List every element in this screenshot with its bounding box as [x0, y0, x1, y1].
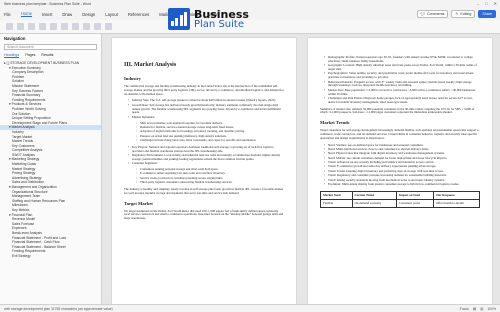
- document-page-left: III. Market Analysis Industry The commer…: [112, 38, 296, 304]
- italic-icon[interactable]: [50, 23, 57, 30]
- menu-layout[interactable]: Layout: [105, 12, 118, 17]
- navigation-pane: Navigation Search document Headings Page…: [0, 34, 102, 304]
- maximize-button[interactable]: □: [485, 1, 487, 6]
- segments-list: Consumers seeking personal storage and s…: [136, 167, 284, 185]
- editing-button[interactable]: ✎ Editing: [451, 10, 476, 18]
- window-controls: – □ ✕: [477, 1, 497, 6]
- format-painter-icon[interactable]: [28, 23, 35, 30]
- menu-home[interactable]: Home: [20, 11, 32, 17]
- table-row: Flexible On-demand economy Customers pre…: [320, 198, 480, 208]
- market-trends-intro: Target customers for self-storage develo…: [320, 128, 480, 140]
- status-right-controls: Focus ▤ ▥ 100%: [460, 307, 496, 311]
- bar-chart-icon: [168, 8, 190, 30]
- pencil-icon: ✎: [455, 12, 459, 16]
- market-trends-list: Need: Vanities: use on-demand space for …: [324, 143, 480, 187]
- header-actions: 💬 Comments ✎ Editing Share: [416, 10, 496, 18]
- industry-bullets: Industry Size: The U.S. self-storage mar…: [128, 99, 284, 185]
- list-item-label: Market Dynamics:: [132, 114, 156, 119]
- bullets-icon[interactable]: [72, 23, 79, 30]
- share-button[interactable]: Share: [478, 10, 496, 18]
- numbering-icon[interactable]: [83, 23, 90, 30]
- target-market-heading: Target Market: [124, 200, 153, 206]
- document-area[interactable]: III. Market Analysis Industry The commer…: [102, 34, 500, 304]
- brand-logo: Business Plan Suite: [168, 6, 276, 32]
- comment-icon: 💬: [420, 12, 426, 16]
- minimize-button[interactable]: –: [477, 1, 479, 6]
- list-item: Evolution: Multi-tenant sharing from pas…: [324, 182, 480, 187]
- industry-intro: The commercial storage and flexible ware…: [124, 84, 284, 96]
- navigation-tabs: Headings Pages Results: [0, 51, 101, 60]
- table-header-cell: Our Response: [433, 190, 480, 200]
- print-layout-icon[interactable]: ▥: [480, 307, 483, 311]
- list-item: Third-party logistics customers outsourc…: [136, 180, 284, 185]
- align-icon[interactable]: [94, 23, 101, 30]
- styles-icon[interactable]: [105, 23, 112, 30]
- dynamics-list: Shift toward smaller, tech-enabled footp…: [136, 121, 284, 143]
- menu-insert[interactable]: Insert: [42, 12, 52, 17]
- zoom-level[interactable]: 100%: [487, 307, 496, 311]
- table-header-cell: Impact on Need: [396, 190, 435, 200]
- list-item-label: Customer Segments:: [132, 161, 158, 166]
- list-item: Growth Rate: Self storage has delivered …: [128, 103, 284, 115]
- share-label: Share: [482, 12, 492, 16]
- list-item: Challenges include rising land costs, la…: [136, 138, 284, 143]
- industry-closing: The industry is healthy and adapting: st…: [124, 187, 284, 195]
- list-item: Customer Segments: Consumers seeking per…: [128, 161, 284, 185]
- close-button[interactable]: ✕: [494, 1, 497, 6]
- table-cell: Flexible: [320, 198, 353, 208]
- table-header-cell: Market Need: [320, 190, 353, 200]
- menu-references[interactable]: References: [128, 12, 149, 17]
- tab-results[interactable]: Results: [41, 53, 53, 58]
- brand-line2: Plan Suite: [194, 18, 244, 30]
- menu-draw[interactable]: Draw: [62, 12, 72, 17]
- menu-design[interactable]: Design: [82, 12, 95, 17]
- section-heading: III. Market Analysis: [124, 62, 177, 68]
- status-word-count: web storage development plan 11765 chara…: [4, 306, 113, 311]
- list-item: Market Dynamics: Shift toward smaller, t…: [128, 114, 284, 143]
- tab-headings[interactable]: Headings: [4, 53, 20, 58]
- navigation-title: Navigation: [4, 36, 26, 41]
- comments-label: Comments: [427, 12, 445, 16]
- market-trends-heading: Market Trends: [320, 120, 350, 126]
- menu-file[interactable]: File: [4, 12, 11, 17]
- market-needs-table: Market Need Current Trend Impact on Need…: [320, 190, 480, 208]
- table-cell: Offer month-to-month: [433, 198, 480, 208]
- tab-pages[interactable]: Pages: [25, 53, 35, 58]
- editing-label: Editing: [460, 12, 472, 16]
- brand-line1: Business: [194, 7, 249, 21]
- comments-button[interactable]: 💬 Comments: [416, 10, 449, 18]
- target-market-text: We target businesses in the Dallas–Fort …: [124, 208, 284, 221]
- window-title: Web business plan template - Business Pl…: [4, 2, 91, 6]
- list-item: Psychographics: Value uptime, security, …: [324, 72, 480, 80]
- table-cell: On-demand economy: [351, 198, 398, 208]
- industry-heading: Industry: [124, 76, 142, 81]
- market-size-summary: Summary of market size: estimate 50,000 …: [320, 106, 475, 115]
- target-profile-bullets: Demographic Profile: Owners/operators ag…: [324, 55, 480, 105]
- underline-icon[interactable]: [61, 23, 68, 30]
- bold-icon[interactable]: [39, 23, 46, 30]
- nav-heading-item[interactable]: Exit Strategy: [0, 254, 101, 259]
- table-cell: Customers prefer: [396, 198, 435, 208]
- status-bar: web storage development plan 11765 chara…: [0, 304, 500, 312]
- navigation-heading-list: ▸ [ ] STORAGE DEVELOPMENT BUSINESS PLAN ▾…: [0, 60, 101, 259]
- read-mode-icon[interactable]: ▤: [473, 307, 476, 311]
- table-header-row: Market Need Current Trend Impact on Need…: [320, 190, 480, 200]
- undo-icon[interactable]: [6, 23, 13, 30]
- document-page-right: Demographic Profile: Owners/operators ag…: [308, 38, 492, 304]
- navigation-search-input[interactable]: Search document: [4, 44, 97, 50]
- focus-button[interactable]: Focus: [460, 307, 469, 311]
- search-placeholder: Search document: [7, 45, 34, 49]
- table-header-cell: Current Trend: [351, 190, 398, 200]
- paste-icon[interactable]: [17, 23, 24, 30]
- list-item: Challenges and Pain Points: Outgrown hom…: [324, 96, 480, 105]
